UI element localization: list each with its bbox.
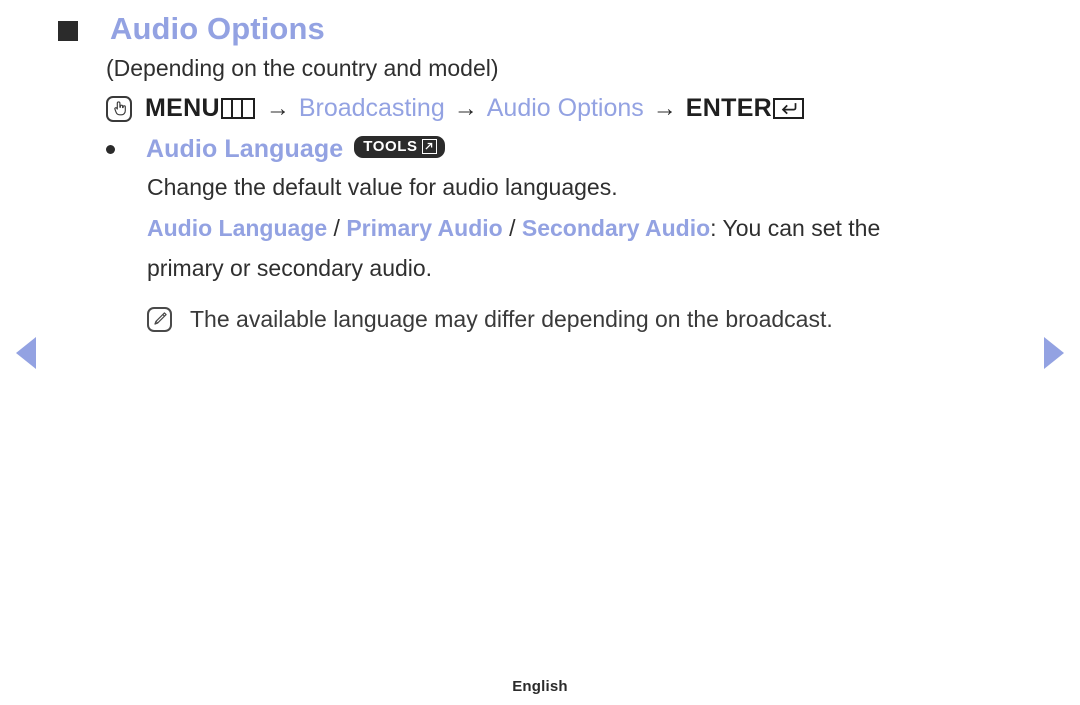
path-arrow-2: → xyxy=(453,94,478,122)
option-detail-line-2: primary or secondary audio. xyxy=(147,255,433,282)
page-heading: Audio Options xyxy=(58,11,325,46)
detail-separator-1: / xyxy=(327,214,347,241)
detail-term-audio-language: Audio Language xyxy=(147,214,328,241)
menu-grid-icon xyxy=(220,98,255,120)
option-detail-line-1: Audio Language / Primary Audio / Seconda… xyxy=(147,211,1006,246)
tools-arrow-icon xyxy=(421,138,437,154)
square-bullet-icon xyxy=(58,21,78,41)
path-arrow-3: → xyxy=(652,94,677,122)
footer-language: English xyxy=(512,678,568,695)
detail-separator-2: / xyxy=(502,214,522,241)
note-text: The available language may differ depend… xyxy=(190,305,833,332)
tools-badge-label: TOOLS xyxy=(363,137,418,155)
detail-tail-text: : You can set the xyxy=(710,214,881,241)
option-body: Change the default value for audio langu… xyxy=(147,170,1006,286)
remote-hand-pointer-icon xyxy=(106,95,132,122)
option-description: Change the default value for audio langu… xyxy=(147,174,618,201)
tools-badge: TOOLS xyxy=(354,135,445,158)
enter-label: ENTER xyxy=(685,94,773,123)
manual-page: Audio Options (Depending on the country … xyxy=(0,0,1080,705)
dot-bullet-icon xyxy=(106,145,115,155)
menu-path: MENU → Broadcasting → Audio Options → EN… xyxy=(106,94,1006,123)
note-pencil-icon xyxy=(147,306,172,332)
menu-step-broadcasting[interactable]: Broadcasting xyxy=(299,94,445,123)
page-title: Audio Options xyxy=(110,11,325,46)
subtitle: (Depending on the country and model) xyxy=(106,55,499,81)
previous-page-arrow-icon[interactable] xyxy=(16,337,36,369)
detail-term-secondary-audio: Secondary Audio xyxy=(521,214,711,241)
content-column: (Depending on the country and model) MEN… xyxy=(106,52,1006,335)
enter-return-icon xyxy=(773,98,805,120)
option-label[interactable]: Audio Language xyxy=(146,135,343,164)
path-arrow-1: → xyxy=(265,94,290,122)
menu-step-audio-options[interactable]: Audio Options xyxy=(487,94,644,123)
note-row: The available language may differ depend… xyxy=(147,304,1006,335)
option-row: Audio Language TOOLS xyxy=(106,135,1006,164)
next-page-arrow-icon[interactable] xyxy=(1044,337,1064,369)
menu-label: MENU xyxy=(145,94,220,123)
detail-term-primary-audio: Primary Audio xyxy=(346,214,503,241)
